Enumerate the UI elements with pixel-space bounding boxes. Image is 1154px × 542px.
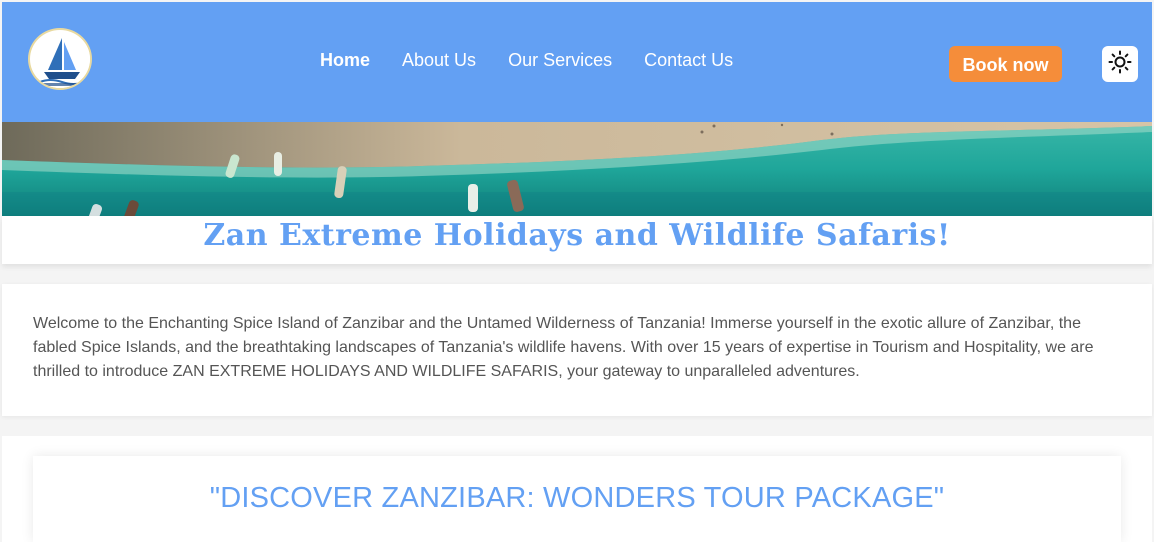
book-now-button[interactable]: Book now [949,46,1062,82]
hero-title: Zan Extreme Holidays and Wildlife Safari… [203,218,951,253]
sun-icon [1108,50,1132,79]
site-header: Home About Us Our Services Contact Us Bo… [2,2,1152,122]
nav-about-us[interactable]: About Us [402,50,476,71]
main-nav: Home About Us Our Services Contact Us [320,50,733,71]
nav-contact-us[interactable]: Contact Us [644,50,733,71]
welcome-text: Welcome to the Enchanting Spice Island o… [33,315,1094,380]
tour-package-heading: "DISCOVER ZANZIBAR: WONDERS TOUR PACKAGE… [209,482,945,514]
hero-title-bar: Zan Extreme Holidays and Wildlife Safari… [2,216,1152,264]
hero-beach-image [2,122,1152,216]
nav-home[interactable]: Home [320,50,370,71]
theme-toggle-button[interactable] [1102,46,1138,82]
sailboat-logo-icon[interactable] [28,28,92,90]
nav-our-services[interactable]: Our Services [508,50,612,71]
tour-package-card: "DISCOVER ZANZIBAR: WONDERS TOUR PACKAGE… [33,456,1121,542]
welcome-section: Welcome to the Enchanting Spice Island o… [2,284,1152,416]
